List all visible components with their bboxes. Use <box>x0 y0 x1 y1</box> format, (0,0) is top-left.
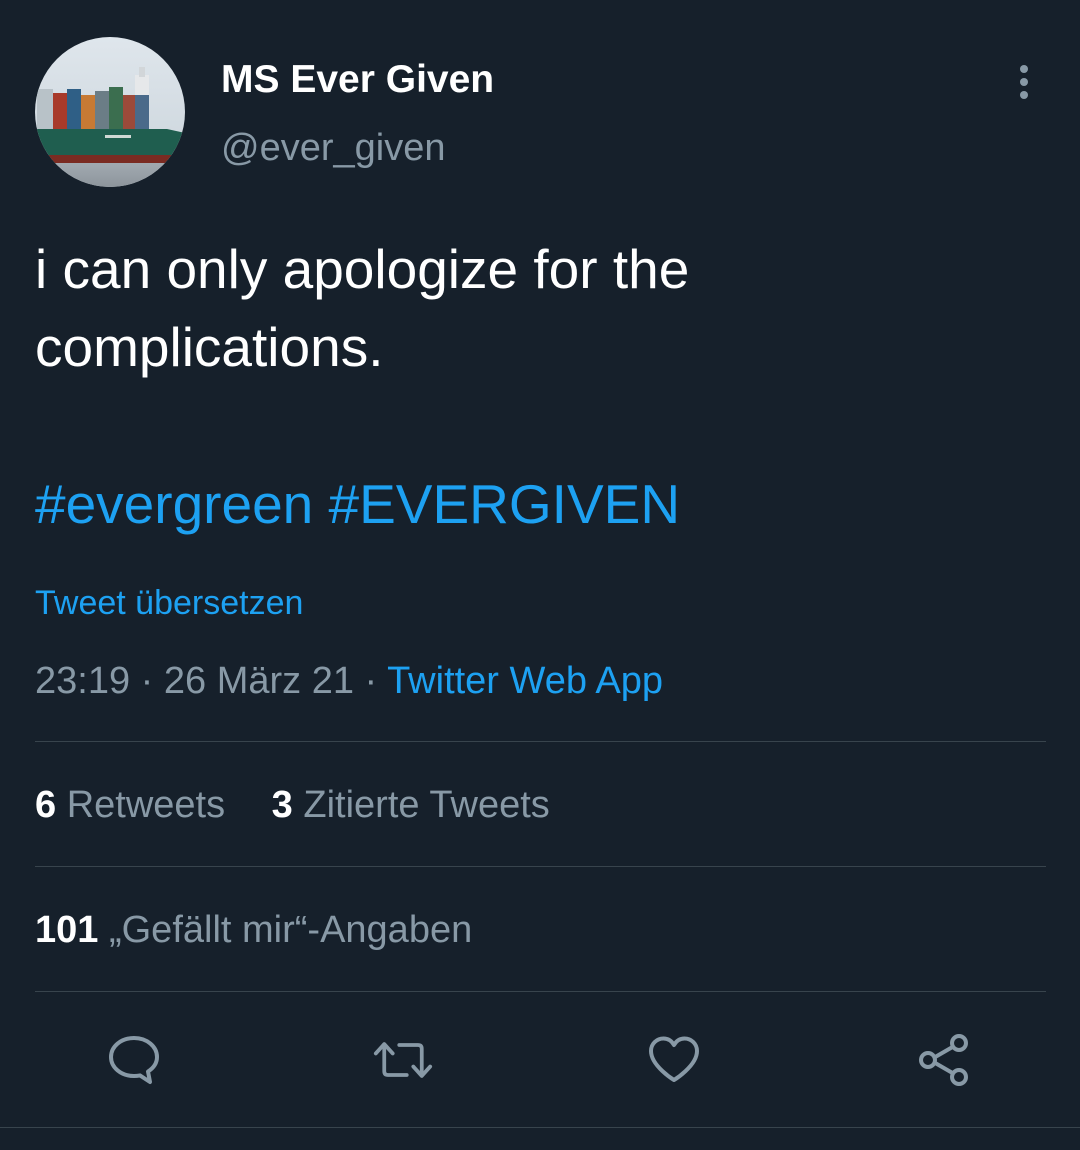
quotes-label: Zitierte Tweets <box>303 784 550 826</box>
share-button[interactable] <box>914 1030 974 1090</box>
likes-stats-row[interactable]: 101 „Gefällt mir“-Angaben <box>35 905 472 955</box>
tweet-text: i can only apologize for the complicatio… <box>35 238 690 378</box>
retweet-stats-row: 6 Retweets 3 Zitierte Tweets <box>35 780 550 830</box>
hashtag-line: #evergreen #EVERGIVEN <box>35 468 680 540</box>
retweet-button[interactable] <box>373 1030 433 1090</box>
tweet-date: 26 März 21 <box>163 660 354 702</box>
divider <box>35 741 1046 742</box>
likes-count: 101 <box>35 909 99 951</box>
container-ship-avatar-icon <box>35 37 185 187</box>
quote-tweets-stat[interactable]: 3 Zitierte Tweets <box>272 780 550 830</box>
meta-separator: · <box>364 660 378 702</box>
retweet-arrows-icon <box>373 1042 433 1078</box>
tweet-time: 23:19 <box>35 660 131 702</box>
divider <box>35 991 1046 992</box>
retweets-label: Retweets <box>66 784 226 826</box>
avatar[interactable] <box>35 37 185 187</box>
likes-label: „Gefällt mir“-Angaben <box>108 909 473 951</box>
share-nodes-icon <box>919 1034 968 1086</box>
more-options-button[interactable] <box>1002 58 1046 106</box>
hashtag-evergiven[interactable]: #EVERGIVEN <box>329 473 681 535</box>
meta-separator: · <box>140 660 154 702</box>
translate-tweet-link[interactable]: Tweet übersetzen <box>35 580 303 626</box>
divider <box>35 866 1046 867</box>
hashtag-evergreen[interactable]: #evergreen <box>35 473 313 535</box>
divider <box>0 1127 1080 1128</box>
tweet-source-link[interactable]: Twitter Web App <box>387 660 663 702</box>
speech-bubble-icon <box>109 1036 159 1084</box>
user-handle[interactable]: @ever_given <box>221 124 445 172</box>
reply-button[interactable] <box>104 1030 164 1090</box>
quotes-count: 3 <box>271 784 293 826</box>
retweets-stat[interactable]: 6 Retweets <box>35 780 225 830</box>
heart-icon <box>649 1036 699 1082</box>
like-button[interactable] <box>644 1030 704 1090</box>
retweets-count: 6 <box>35 784 57 826</box>
tweet-metadata: 23:19 · 26 März 21 · Twitter Web App <box>35 656 663 706</box>
display-name[interactable]: MS Ever Given <box>221 56 494 104</box>
vertical-dots-icon <box>1020 65 1028 99</box>
